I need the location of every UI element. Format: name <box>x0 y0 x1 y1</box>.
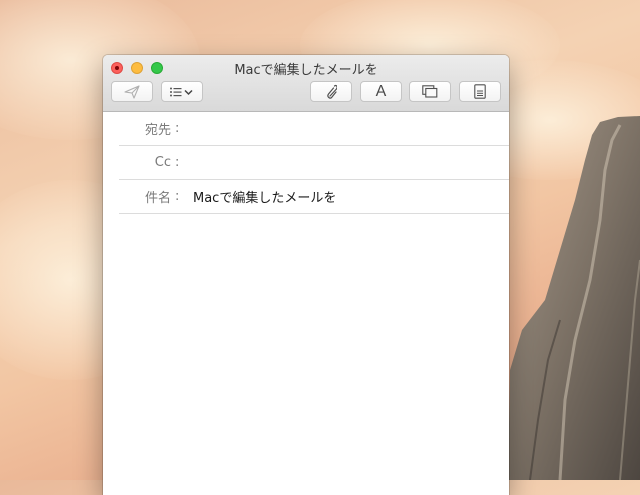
compose-window: Macで編集したメールを A 宛先: Cc: 件名: Macで編集したメー… <box>103 55 509 495</box>
to-colon: : <box>175 121 180 136</box>
stationery-icon <box>474 84 486 99</box>
header-fields-button[interactable] <box>161 81 203 102</box>
window-title: Macで編集したメールを <box>234 63 378 78</box>
subject-field[interactable]: Macで編集したメールを <box>193 187 336 206</box>
to-label: 宛先 <box>144 123 171 138</box>
title-bar[interactable]: Macで編集したメールを A <box>103 55 509 112</box>
cc-label: Cc <box>154 155 171 170</box>
paperclip-icon <box>325 84 337 100</box>
paper-plane-icon <box>124 84 140 99</box>
font-icon: A <box>375 82 387 100</box>
message-body-editor[interactable] <box>103 215 509 495</box>
attach-button[interactable] <box>310 81 352 102</box>
photo-browser-button[interactable] <box>409 81 451 102</box>
list-chevron-icon <box>169 86 195 98</box>
cc-colon: : <box>175 155 180 170</box>
to-row[interactable]: 宛先 : <box>119 112 509 146</box>
subject-row[interactable]: 件名 : Macで編集したメールを <box>119 180 509 214</box>
subject-colon: : <box>175 189 180 204</box>
subject-label: 件名 <box>144 191 171 206</box>
format-button[interactable]: A <box>360 81 402 102</box>
send-button[interactable] <box>111 81 153 102</box>
cc-row[interactable]: Cc : <box>119 146 509 180</box>
message-headers: 宛先 : Cc : 件名 : Macで編集したメールを <box>103 112 509 214</box>
stationery-button[interactable] <box>459 81 501 102</box>
windows-icon <box>422 85 438 98</box>
